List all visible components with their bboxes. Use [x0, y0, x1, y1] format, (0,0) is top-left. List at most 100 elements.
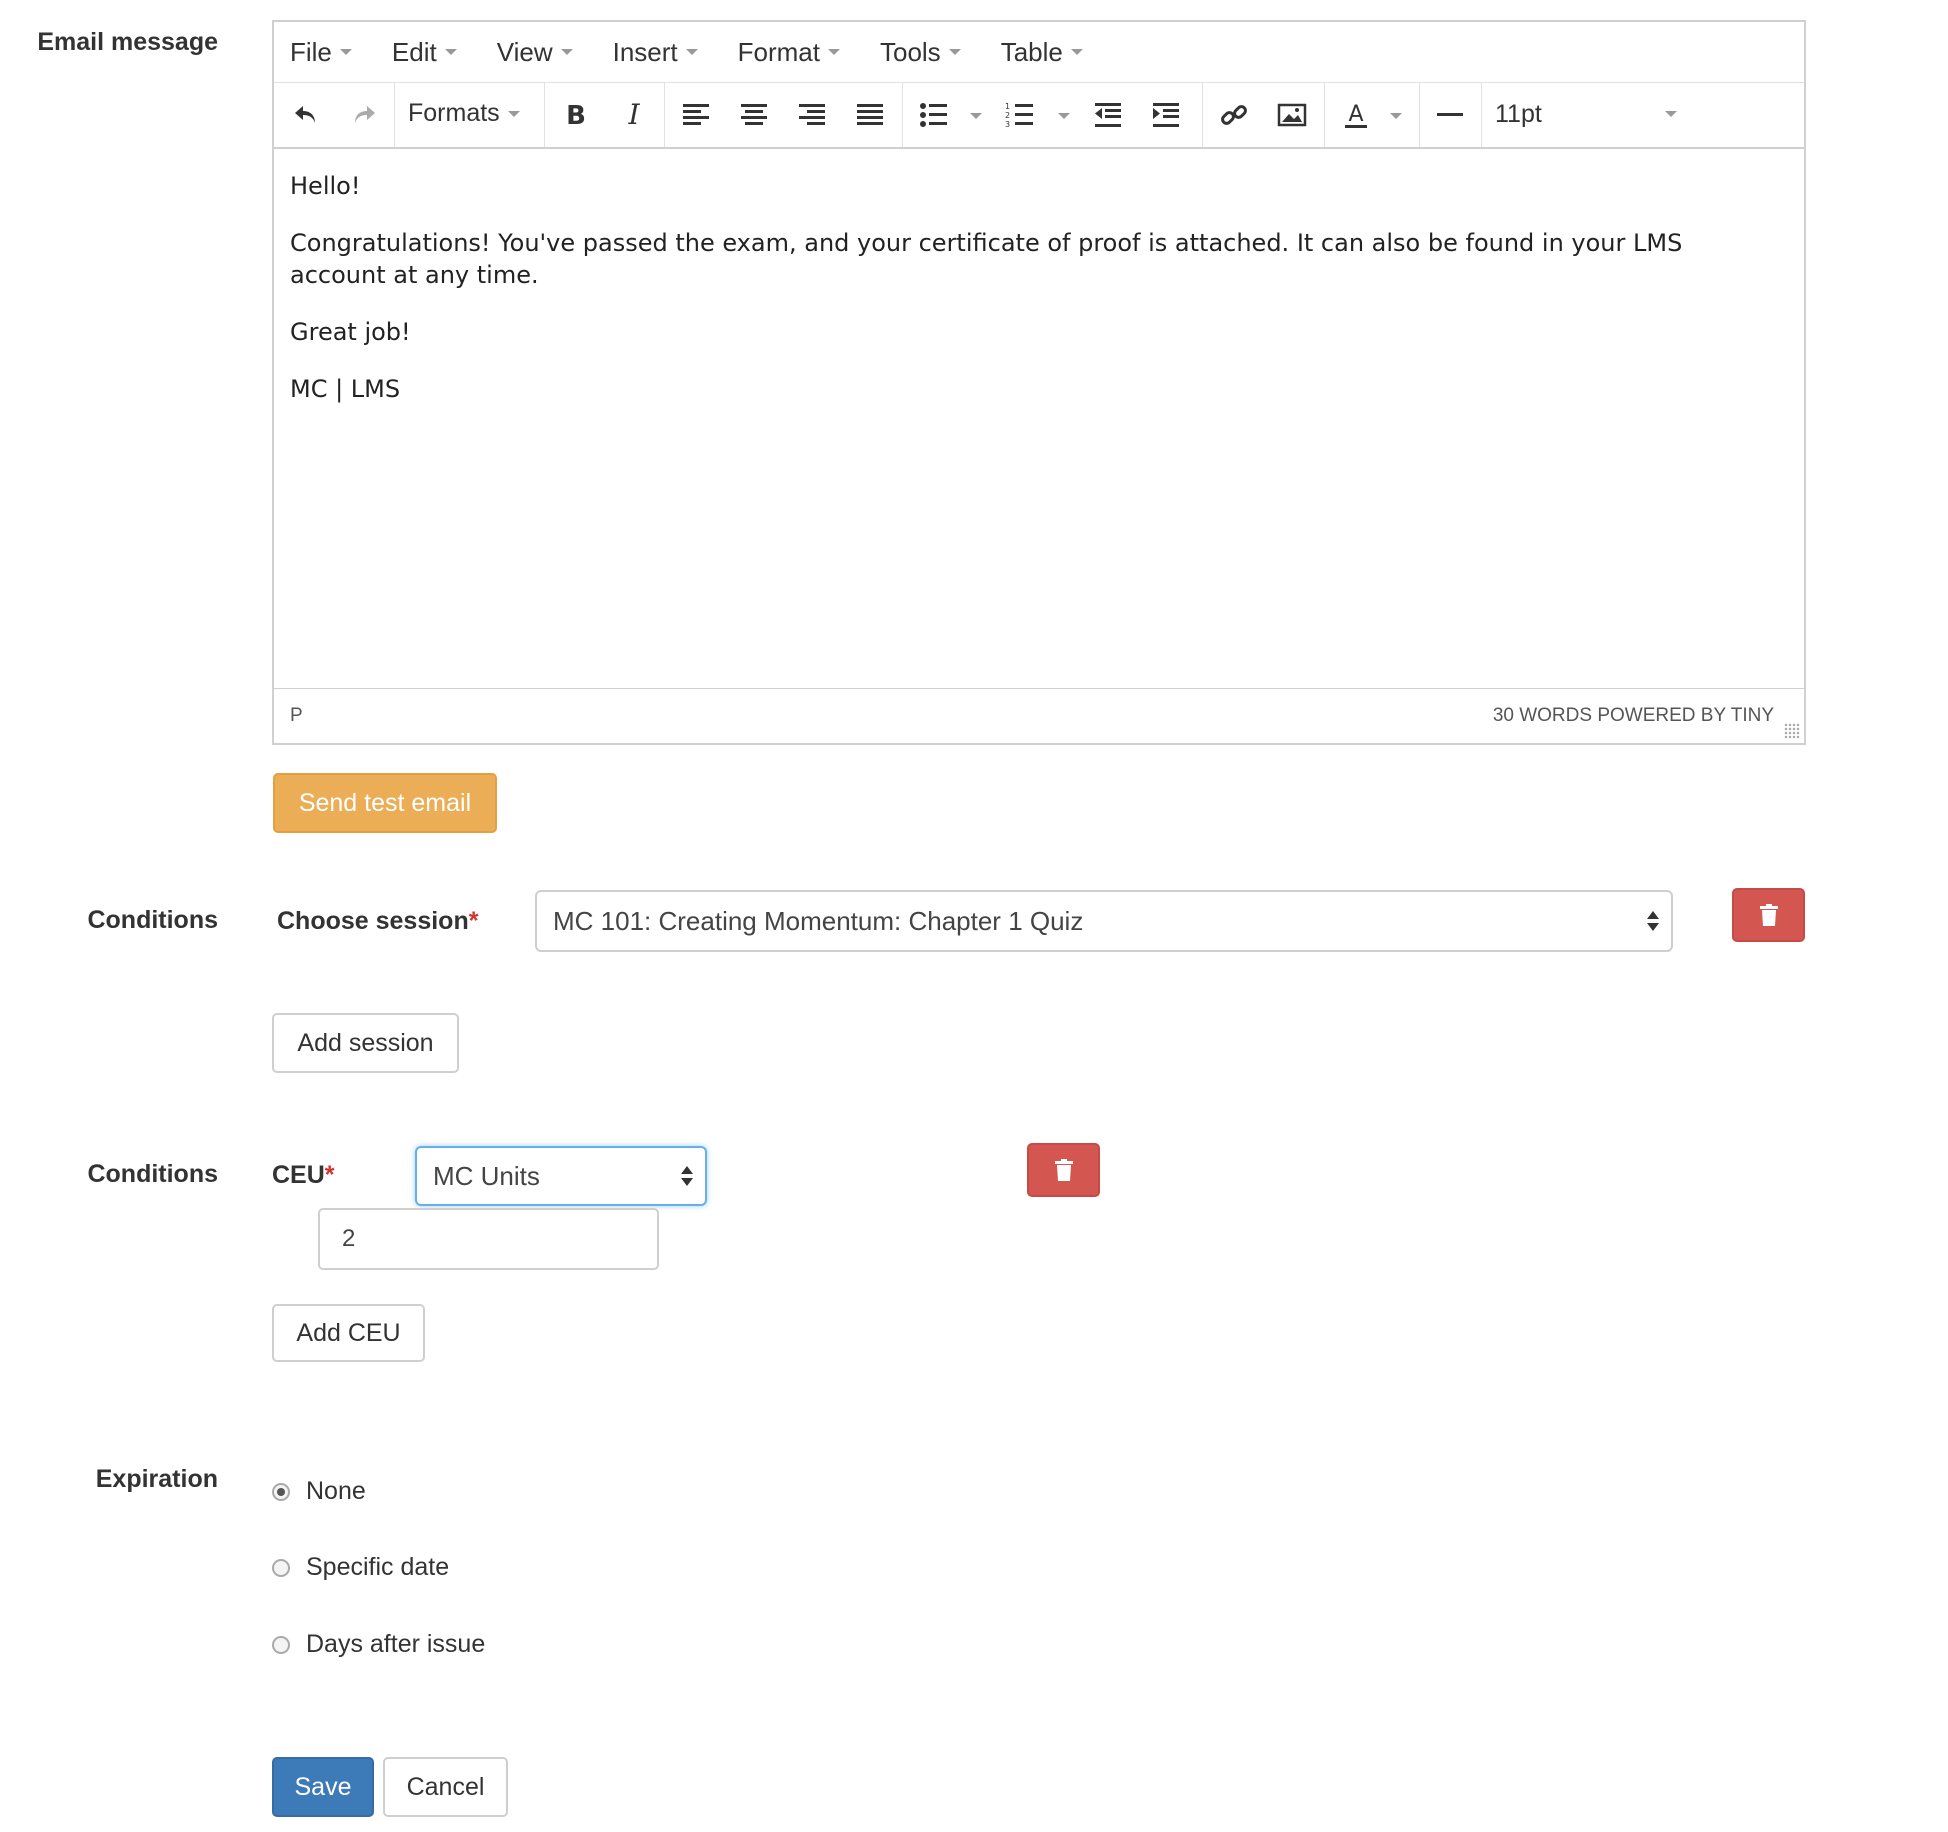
image-button[interactable] [1272, 95, 1312, 135]
editor-content[interactable]: Hello! Congratulations! You've passed th… [290, 170, 1784, 430]
italic-button[interactable]: I [614, 95, 654, 135]
horizontal-rule-button[interactable] [1430, 95, 1470, 135]
conditions-label: Conditions [87, 906, 218, 934]
align-right-button[interactable] [792, 95, 832, 135]
hr-group [1419, 83, 1482, 147]
save-button[interactable]: Save [272, 1757, 374, 1817]
menu-tools-label: Tools [879, 36, 941, 67]
expiration-option-days-after-issue[interactable]: Days after issue [272, 1630, 485, 1659]
session-select[interactable]: MC 101: Creating Momentum: Chapter 1 Qui… [535, 890, 1673, 952]
menu-table[interactable]: Table [1001, 37, 1083, 68]
numbered-list-icon: 123 [1005, 102, 1033, 129]
undo-button[interactable] [286, 95, 326, 135]
text-color-menu-chevron-icon[interactable] [1390, 113, 1402, 119]
delete-ceu-button[interactable] [1027, 1143, 1100, 1197]
expiration-option-specific-date[interactable]: Specific date [272, 1553, 449, 1582]
expiration-option-none[interactable]: None [272, 1477, 366, 1506]
align-left-button[interactable] [676, 95, 716, 135]
formats-group: Formats [394, 83, 545, 147]
radio-checked-icon[interactable] [272, 1482, 290, 1501]
menu-format[interactable]: Format [738, 37, 840, 68]
ceu-unit-select[interactable]: MC Units [415, 1146, 707, 1206]
outdent-button[interactable] [1088, 95, 1128, 135]
numbered-list-menu-chevron-icon[interactable] [1058, 113, 1070, 119]
undo-icon [295, 106, 315, 123]
radio-unchecked-icon[interactable] [272, 1635, 290, 1654]
text-color-button[interactable]: A [1336, 95, 1376, 135]
menu-tools[interactable]: Tools [880, 37, 961, 68]
align-left-icon [683, 104, 709, 125]
chevron-down-icon [1070, 49, 1083, 55]
font-size-dropdown[interactable]: 11pt [1481, 83, 1681, 147]
svg-text:1: 1 [1005, 102, 1010, 111]
add-ceu-button[interactable]: Add CEU [272, 1304, 425, 1362]
indent-button[interactable] [1146, 95, 1186, 135]
resize-handle-icon[interactable] [1784, 723, 1800, 739]
redo-button[interactable] [344, 95, 384, 135]
menu-file-label: File [290, 36, 332, 67]
align-justify-icon [857, 104, 883, 125]
chevron-down-icon [827, 49, 840, 55]
add-session-button[interactable]: Add session [272, 1013, 459, 1073]
formats-label: Formats [408, 99, 500, 127]
ceu-label-text: CEU [272, 1161, 325, 1189]
email-paragraph: Congratulations! You've passed the exam,… [290, 229, 1683, 289]
ceu-label: CEU* [272, 1161, 335, 1190]
align-center-button[interactable] [734, 95, 774, 135]
send-test-email-button[interactable]: Send test email [273, 773, 497, 833]
required-marker: * [468, 907, 479, 935]
chevron-down-icon [339, 49, 352, 55]
ceu-amount-input[interactable]: 2 [318, 1208, 659, 1270]
menu-file[interactable]: File [290, 37, 352, 68]
expiration-option-label: Days after issue [306, 1630, 486, 1658]
rich-text-editor: File Edit View Insert Format Tools Table… [272, 20, 1806, 745]
radio-unchecked-icon[interactable] [272, 1558, 290, 1577]
chevron-down-icon [507, 110, 520, 117]
chevron-down-icon [948, 49, 961, 55]
svg-text:3: 3 [1005, 120, 1010, 129]
font-size-value: 11pt [1495, 100, 1542, 128]
expiration-option-label: Specific date [306, 1553, 450, 1581]
conditions-label: Conditions [87, 1160, 218, 1188]
trash-icon [1054, 1159, 1073, 1181]
cancel-button[interactable]: Cancel [383, 1757, 508, 1817]
svg-text:B: B [566, 101, 586, 130]
align-right-icon [799, 104, 825, 125]
chevron-down-icon [685, 49, 698, 55]
outdent-icon [1095, 103, 1121, 127]
delete-session-button[interactable] [1732, 888, 1805, 942]
email-paragraph: Great job! [290, 318, 411, 346]
ceu-amount-value: 2 [342, 1225, 356, 1252]
element-path[interactable]: P [290, 705, 303, 727]
italic-icon: I [627, 100, 640, 130]
svg-text:2: 2 [1005, 111, 1010, 120]
bold-button[interactable]: B [556, 95, 596, 135]
link-button[interactable] [1214, 95, 1254, 135]
image-icon [1277, 103, 1307, 127]
formats-dropdown[interactable]: Formats [408, 99, 520, 128]
chevron-down-icon [560, 49, 573, 55]
editor-statusbar: P 30 WORDS POWERED BY TINY [274, 688, 1804, 743]
menu-edit[interactable]: Edit [392, 37, 457, 68]
indent-icon [1153, 103, 1179, 127]
bullet-list-button[interactable] [914, 95, 954, 135]
insert-group [1202, 83, 1325, 147]
email-paragraph: MC | LMS [290, 375, 401, 403]
bullet-list-menu-chevron-icon[interactable] [970, 113, 982, 119]
email-paragraph: Hello! [290, 172, 361, 200]
align-justify-button[interactable] [850, 95, 890, 135]
word-count: 30 WORDS POWERED BY TINY [1492, 705, 1774, 726]
editor-toolbar: Formats B I 1 2 3 A 11pt [274, 83, 1804, 149]
email-message-label: Email message [37, 28, 218, 56]
menu-insert[interactable]: Insert [613, 37, 698, 68]
align-group [664, 83, 903, 147]
chevron-down-icon [444, 49, 457, 55]
svg-text:I: I [627, 100, 640, 130]
required-marker: * [324, 1161, 335, 1189]
align-center-icon [741, 104, 767, 125]
svg-text:A: A [1348, 102, 1363, 127]
menu-insert-label: Insert [612, 36, 678, 67]
menu-view[interactable]: View [497, 37, 573, 68]
numbered-list-button[interactable]: 123 [1000, 95, 1040, 135]
chevron-down-icon [1665, 111, 1677, 117]
